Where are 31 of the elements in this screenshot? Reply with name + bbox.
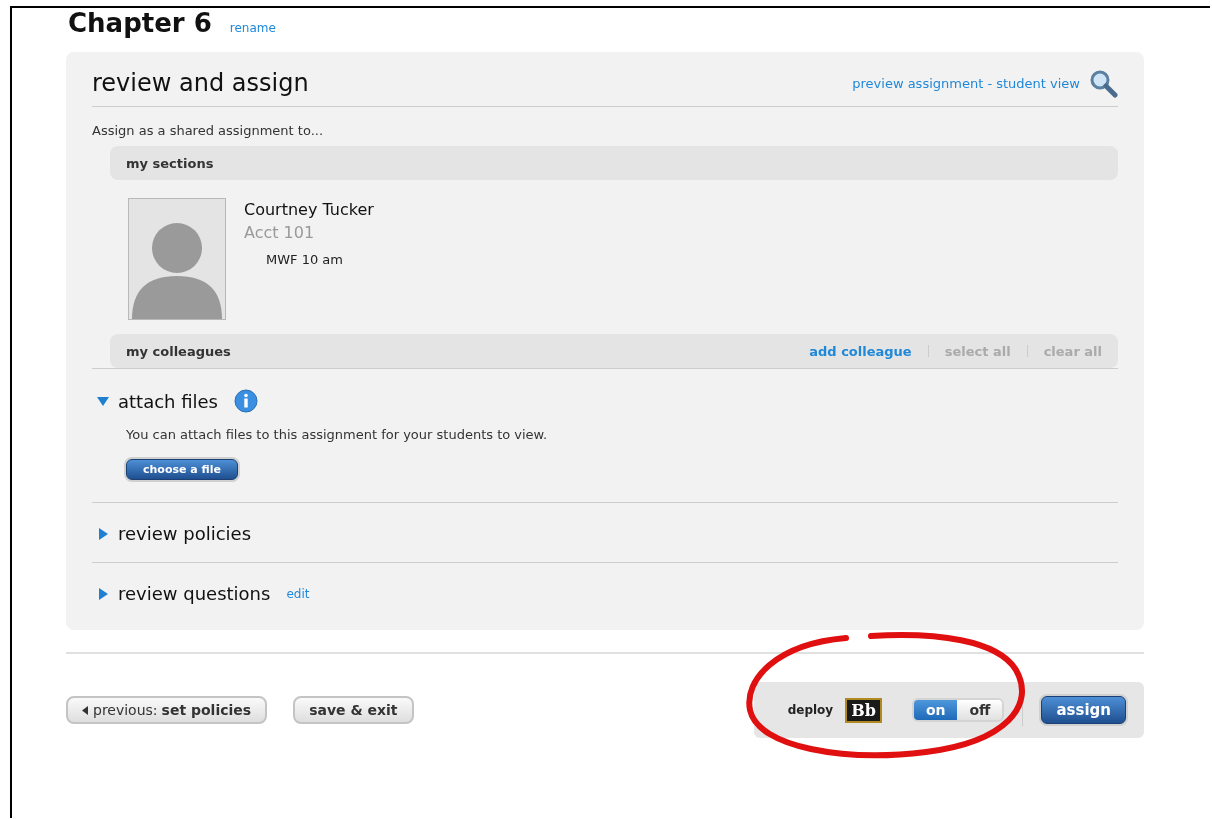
assign-button[interactable]: assign — [1041, 696, 1126, 724]
section-title[interactable]: attach files — [118, 390, 218, 412]
toggle-option[interactable]: off — [957, 700, 1003, 720]
collapsed-triangle-icon[interactable] — [96, 586, 110, 601]
sections-label: my sections — [126, 155, 214, 171]
section-title[interactable]: review questions — [118, 583, 271, 604]
rename-link[interactable]: rename — [229, 21, 276, 35]
info-icon[interactable] — [234, 389, 258, 413]
assign-intro: Assign as a shared assignment to... — [92, 123, 325, 138]
collapsed-triangle-icon[interactable] — [96, 526, 110, 541]
save-exit-button[interactable]: save & exit — [293, 696, 414, 724]
section-title[interactable]: review policies — [118, 523, 252, 544]
choose-file-button[interactable]: choose a file — [126, 459, 238, 480]
toggle-option[interactable]: on — [913, 700, 958, 720]
section-schedule: MWF 10 am — [266, 252, 344, 267]
blackboard-logo: Bb — [845, 697, 882, 723]
edit-link[interactable]: edit — [286, 586, 310, 601]
left-triangle-icon — [82, 705, 89, 715]
previous-button[interactable]: previous: set policies — [66, 696, 268, 724]
preview-link[interactable]: preview assignment - student view — [852, 75, 1080, 91]
section-description: You can attach files to this assignment for your students to view. — [126, 427, 549, 442]
expanded-triangle-icon[interactable] — [96, 394, 110, 408]
deploy-label: deploy — [787, 703, 834, 717]
instructor-name: Courtney Tucker — [244, 200, 374, 219]
deploy-toggle[interactable]: on off — [911, 698, 1005, 722]
chapter-title: Chapter 6 — [68, 8, 212, 38]
colleagues-label: my colleagues — [126, 343, 231, 359]
panel-title: review and assign — [92, 69, 309, 97]
search-icon[interactable] — [1088, 68, 1118, 98]
colleague-action-link[interactable]: add colleague — [809, 343, 912, 359]
course-name: Acct 101 — [244, 223, 316, 242]
